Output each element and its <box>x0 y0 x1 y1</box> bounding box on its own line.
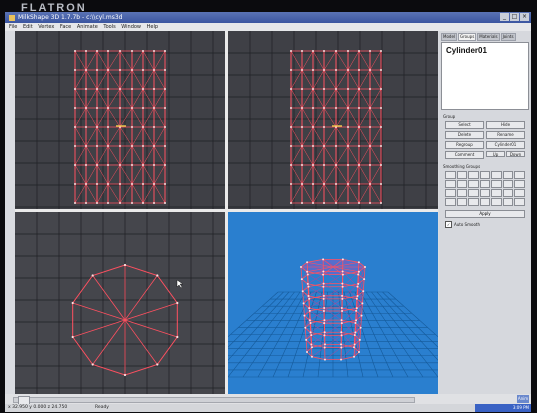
frame-slider[interactable] <box>13 396 415 405</box>
smoothing-group-button[interactable] <box>491 180 502 188</box>
smoothing-group-button[interactable] <box>514 180 525 188</box>
regroup-button[interactable]: Regroup <box>445 141 484 149</box>
comment-button[interactable]: Comment <box>445 151 484 159</box>
group-list-item[interactable]: Cylinder01 <box>442 43 528 55</box>
status-bar: x 32.950 y 0.000 z 24.750 Ready <box>5 404 531 412</box>
status-text: Ready <box>95 405 109 410</box>
auto-smooth-checkbox[interactable]: ✓ Auto Smooth <box>445 221 525 228</box>
anim-button[interactable]: Anim <box>517 395 529 403</box>
group-section-label: Group <box>443 114 456 119</box>
smoothing-group-button[interactable] <box>468 198 479 206</box>
clock: 3:09 PM <box>512 405 529 410</box>
tool-panel: Model Groups Materials Joints Cylinder01… <box>439 31 531 394</box>
smoothing-group-button[interactable] <box>456 198 468 206</box>
tab-joints[interactable]: Joints <box>500 33 516 41</box>
smoothing-group-button[interactable] <box>445 180 456 188</box>
menu-help[interactable]: Help <box>147 24 158 30</box>
smoothing-group-button[interactable] <box>514 189 525 197</box>
checkbox-icon[interactable]: ✓ <box>445 221 452 228</box>
menu-window[interactable]: Window <box>121 24 141 30</box>
viewport-background <box>15 212 225 394</box>
hide-button[interactable]: Hide <box>486 121 525 129</box>
smoothing-group-button[interactable] <box>491 171 502 179</box>
smoothing-group-button[interactable] <box>502 180 514 188</box>
smoothing-groups-label: Smoothing Groups <box>443 164 481 169</box>
up-down-buttons: Up Down <box>486 151 525 157</box>
viewport-area <box>15 31 438 394</box>
smoothing-group-button[interactable] <box>491 189 502 197</box>
viewport-top[interactable] <box>15 212 225 394</box>
smoothing-group-button[interactable] <box>456 189 468 197</box>
menu-tools[interactable]: Tools <box>103 24 115 30</box>
rename-button[interactable]: Rename <box>486 131 525 139</box>
smoothing-group-button[interactable] <box>456 180 468 188</box>
group-buttons: Select Hide Delete Rename Regroup Cylind… <box>439 120 531 160</box>
window-title: MilkShape 3D 1.7.7b - c:\\cyl.ms3d <box>18 14 123 21</box>
smoothing-group-button[interactable] <box>468 180 479 188</box>
tab-groups[interactable]: Groups <box>458 33 477 41</box>
menu-bar: File Edit Vertex Face Animate Tools Wind… <box>5 23 531 31</box>
tab-materials[interactable]: Materials <box>477 33 500 41</box>
title-bar: MilkShape 3D 1.7.7b - c:\\cyl.ms3d _ □ × <box>5 12 531 23</box>
cylinder-wireframe <box>74 50 166 204</box>
smoothing-group-button[interactable] <box>468 189 479 197</box>
window-controls: _ □ × <box>500 13 529 21</box>
smoothing-group-button[interactable] <box>502 198 514 206</box>
smoothing-group-button[interactable] <box>479 171 491 179</box>
apply-button[interactable]: Apply <box>445 210 525 218</box>
smoothing-group-button[interactable] <box>479 189 491 197</box>
menu-face[interactable]: Face <box>60 24 71 30</box>
app-window: MilkShape 3D 1.7.7b - c:\\cyl.ms3d _ □ ×… <box>5 12 531 412</box>
smoothing-group-button[interactable] <box>445 198 456 206</box>
smoothing-group-button[interactable] <box>479 198 491 206</box>
smoothing-group-button[interactable] <box>445 171 456 179</box>
select-button[interactable]: Select <box>445 121 484 129</box>
taskbar-tray: 3:09 PM <box>475 404 531 412</box>
smoothing-group-button[interactable] <box>514 198 525 206</box>
viewport-background <box>228 31 438 209</box>
smoothing-group-button[interactable] <box>445 189 456 197</box>
viewport-front[interactable] <box>15 31 225 209</box>
up-button[interactable]: Up <box>486 151 505 157</box>
down-button[interactable]: Down <box>506 151 525 157</box>
animation-bar: Anim <box>5 394 531 405</box>
smoothing-group-button[interactable] <box>491 198 502 206</box>
viewport-left[interactable] <box>228 31 438 209</box>
smoothing-group-button[interactable] <box>456 171 468 179</box>
viewport-3d[interactable] <box>228 212 438 394</box>
panel-tabs: Model Groups Materials Joints <box>439 31 531 41</box>
menu-file[interactable]: File <box>9 24 17 30</box>
group-list[interactable]: Cylinder01 <box>441 42 529 110</box>
smoothing-group-button[interactable] <box>514 171 525 179</box>
cylinder-wireframe <box>290 50 382 204</box>
app-icon <box>9 14 15 21</box>
status-coords: x 32.950 y 0.000 z 24.750 <box>8 405 68 410</box>
minimize-button[interactable]: _ <box>500 13 509 21</box>
smoothing-group-buttons <box>439 170 531 207</box>
maximize-button[interactable]: □ <box>510 13 519 21</box>
close-button[interactable]: × <box>520 13 529 21</box>
smoothing-group-button[interactable] <box>502 189 514 197</box>
tab-model[interactable]: Model <box>441 33 458 41</box>
auto-smooth-label: Auto Smooth <box>454 222 480 227</box>
smoothing-group-button[interactable] <box>479 180 491 188</box>
menu-vertex[interactable]: Vertex <box>38 24 54 30</box>
delete-button[interactable]: Delete <box>445 131 484 139</box>
smoothing-group-button[interactable] <box>502 171 514 179</box>
menu-animate[interactable]: Animate <box>77 24 98 30</box>
smoothing-group-button[interactable] <box>468 171 479 179</box>
group-name-field[interactable]: Cylinder01 <box>486 141 525 149</box>
menu-edit[interactable]: Edit <box>23 24 33 30</box>
